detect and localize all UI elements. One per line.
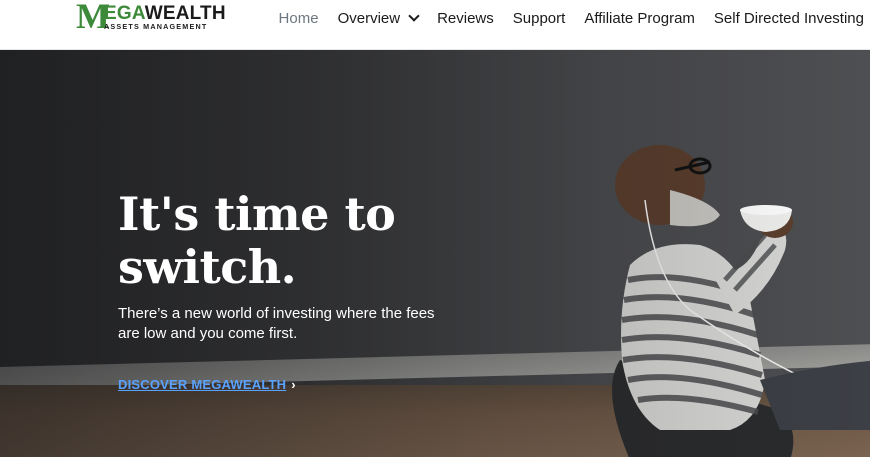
hero-subtext: There’s a new world of investing where t… [118,305,435,342]
site-header: M EGAWEALTH ASSETS MANAGEMENT Home Overv… [0,0,870,50]
nav-item-self-directed-investing[interactable]: Self Directed Investing [714,10,864,27]
megawealth-logo[interactable]: M EGAWEALTH ASSETS MANAGEMENT [76,0,226,38]
main-nav: Home Overview Reviews Support Affiliate … [260,0,870,36]
nav-item-support[interactable]: Support [513,10,566,27]
nav-item-overview[interactable]: Overview [337,9,420,27]
chevron-down-icon [408,10,420,22]
nav-item-home[interactable]: Home [279,10,319,27]
hero-headline: It's time to switch. [118,187,396,294]
chevron-right-icon: › [291,377,296,392]
logo-word-dark: WEALTH [144,3,226,24]
logo-word-green: EGA [104,3,145,24]
nav-item-affiliate-program[interactable]: Affiliate Program [584,10,695,27]
logo-wordmark: EGAWEALTH [104,4,226,24]
hero-headline-line-2: switch. [118,240,297,294]
logo-tagline: ASSETS MANAGEMENT [104,22,208,31]
discover-megawealth-link[interactable]: DISCOVER MEGAWEALTH › [118,377,296,392]
hero-headline-line-1: It's time to [118,187,396,241]
nav-item-reviews[interactable]: Reviews [437,10,494,27]
nav-item-overview-label: Overview [337,9,401,27]
discover-megawealth-label: DISCOVER MEGAWEALTH [118,377,287,392]
